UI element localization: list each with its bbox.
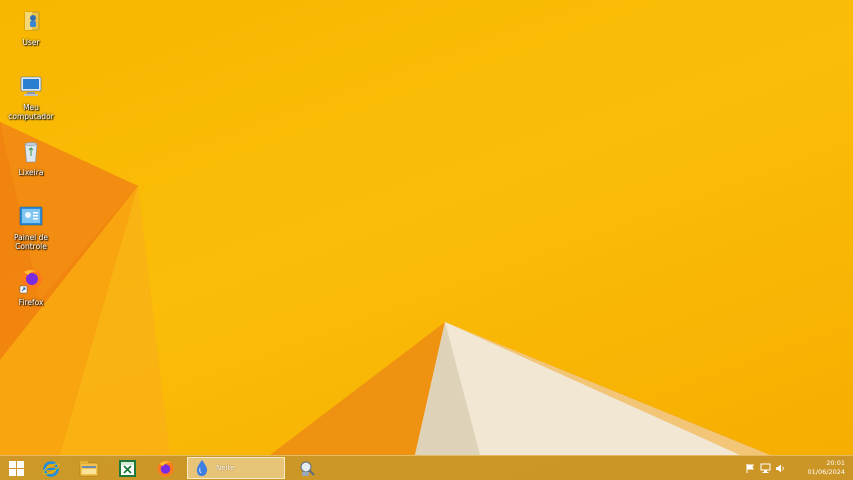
- volume-icon[interactable]: [775, 463, 786, 474]
- magnifier-tool-icon: [300, 461, 315, 476]
- taskbar-utility[interactable]: [291, 458, 323, 479]
- taskbar-internet-explorer[interactable]: [35, 458, 67, 479]
- clock-date: 01/06/2024: [807, 468, 845, 476]
- desktop-icon-label: User: [22, 38, 40, 47]
- excel-icon: [118, 460, 136, 477]
- taskbar-window-button[interactable]: Neite: [187, 457, 285, 479]
- system-tray: 20:01 01/06/2024: [743, 456, 853, 480]
- desktop-icon-computer[interactable]: Meu computador: [0, 71, 62, 121]
- firefox-icon: [19, 269, 42, 294]
- computer-icon: [20, 76, 42, 96]
- desktop-icon-label: Painel de Controle: [13, 233, 49, 251]
- clock-time: 20:01: [826, 459, 845, 467]
- desktop-icon-firefox[interactable]: Firefox: [0, 266, 62, 307]
- taskbar-file-explorer[interactable]: [73, 458, 105, 479]
- taskbar-firefox[interactable]: [149, 458, 181, 479]
- flag-icon[interactable]: [745, 463, 756, 474]
- wallpaper: [0, 122, 770, 455]
- desktop-icon-label: Firefox: [18, 298, 44, 307]
- desktop-icon-user[interactable]: User: [0, 6, 62, 47]
- desktop-icon-control-panel[interactable]: Painel de Controle: [0, 201, 62, 251]
- start-button[interactable]: [0, 458, 32, 479]
- windows-logo-icon: [8, 461, 24, 476]
- clock[interactable]: 20:01 01/06/2024: [808, 459, 845, 477]
- droplet-app-icon: [196, 460, 208, 476]
- recycle-bin-icon: [24, 142, 38, 163]
- desktop[interactable]: User Meu computador Lixeira Painel de Co…: [0, 0, 853, 480]
- desktop-icon-recycle-bin[interactable]: Lixeira: [0, 136, 62, 177]
- desktop-icon-label: Meu computador: [8, 103, 54, 121]
- user-folder-icon: [24, 11, 40, 31]
- internet-explorer-icon: [42, 460, 60, 477]
- firefox-icon: [157, 460, 173, 477]
- taskbar-excel[interactable]: [111, 458, 143, 479]
- desktop-icon-label: Lixeira: [18, 168, 44, 177]
- taskbar-window-label: Neite: [216, 464, 235, 472]
- network-icon[interactable]: [760, 463, 771, 474]
- taskbar: Neite 20:01 01/06/2024: [0, 455, 853, 480]
- file-explorer-icon: [79, 461, 99, 477]
- control-panel-icon: [19, 206, 43, 226]
